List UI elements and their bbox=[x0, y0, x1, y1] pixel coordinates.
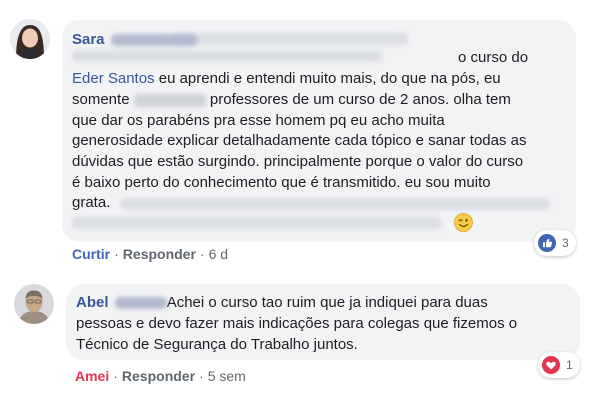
reaction-count-badge[interactable]: 1 bbox=[538, 352, 580, 378]
comment-text-line: pessoas e devo fazer mais indicações par… bbox=[76, 315, 518, 332]
avatar-photo-abel bbox=[14, 284, 54, 324]
comment-author[interactable]: Sara bbox=[72, 31, 105, 48]
comment-text-line: Técnico de Segurança do Trabalho juntos. bbox=[76, 336, 358, 353]
comment-text-line: dúvidas que estão surgindo. principalmen… bbox=[72, 153, 524, 170]
obscured-text-line bbox=[172, 33, 408, 45]
author-name-blurred bbox=[114, 297, 167, 310]
comment-text-line: Achei o curso tao ruim que ja indiquei p… bbox=[166, 294, 488, 311]
like-icon bbox=[538, 234, 556, 252]
comment-timestamp[interactable]: 6 d bbox=[209, 246, 228, 262]
comment-text-line: generosidade explicar detalhadamente cad… bbox=[72, 132, 527, 149]
comment-text-line: somente professores de um curso de 2 ano… bbox=[72, 91, 511, 108]
reaction-count: 1 bbox=[566, 358, 573, 372]
author-name-blurred bbox=[110, 34, 197, 47]
avatar[interactable] bbox=[14, 284, 54, 324]
comment-bubble: Sara o curso do Eder Santos eu aprendi e… bbox=[62, 20, 576, 242]
comment-text-line: que dar os parabéns pra esse homem pq eu… bbox=[72, 112, 445, 129]
comment-timestamp[interactable]: 5 sem bbox=[208, 368, 246, 384]
comment-text-line: o curso do bbox=[458, 49, 529, 66]
reaction-count: 3 bbox=[562, 236, 569, 250]
comment-text-line: Eder Santos eu aprendi e entendi muito m… bbox=[72, 70, 501, 87]
reply-button[interactable]: Responder bbox=[123, 246, 196, 262]
mention-link[interactable]: Eder Santos bbox=[72, 70, 155, 87]
reaction-count-badge[interactable]: 3 bbox=[534, 230, 576, 256]
comment-text-line: é baixo perto do conhecimento que é tran… bbox=[72, 174, 491, 191]
love-icon bbox=[542, 356, 560, 374]
obscured-text-line bbox=[72, 50, 382, 62]
winking-face-icon bbox=[454, 213, 473, 232]
obscured-text-line bbox=[120, 198, 550, 210]
comment-actions: Amei · Responder · 5 sem bbox=[75, 368, 246, 384]
comment-bubble: Abel Achei o curso tao ruim que ja indiq… bbox=[66, 284, 580, 360]
comment-text-line: grata. bbox=[72, 194, 111, 211]
avatar-photo-sara bbox=[10, 19, 50, 59]
comment-author[interactable]: Abel bbox=[76, 294, 109, 311]
avatar[interactable] bbox=[10, 19, 50, 59]
obscured-text bbox=[133, 93, 206, 107]
obscured-text-line bbox=[72, 217, 442, 229]
comment-actions: Curtir · Responder · 6 d bbox=[72, 246, 229, 262]
like-button[interactable]: Curtir bbox=[72, 246, 110, 262]
reply-button[interactable]: Responder bbox=[122, 368, 195, 384]
love-button[interactable]: Amei bbox=[75, 368, 109, 384]
